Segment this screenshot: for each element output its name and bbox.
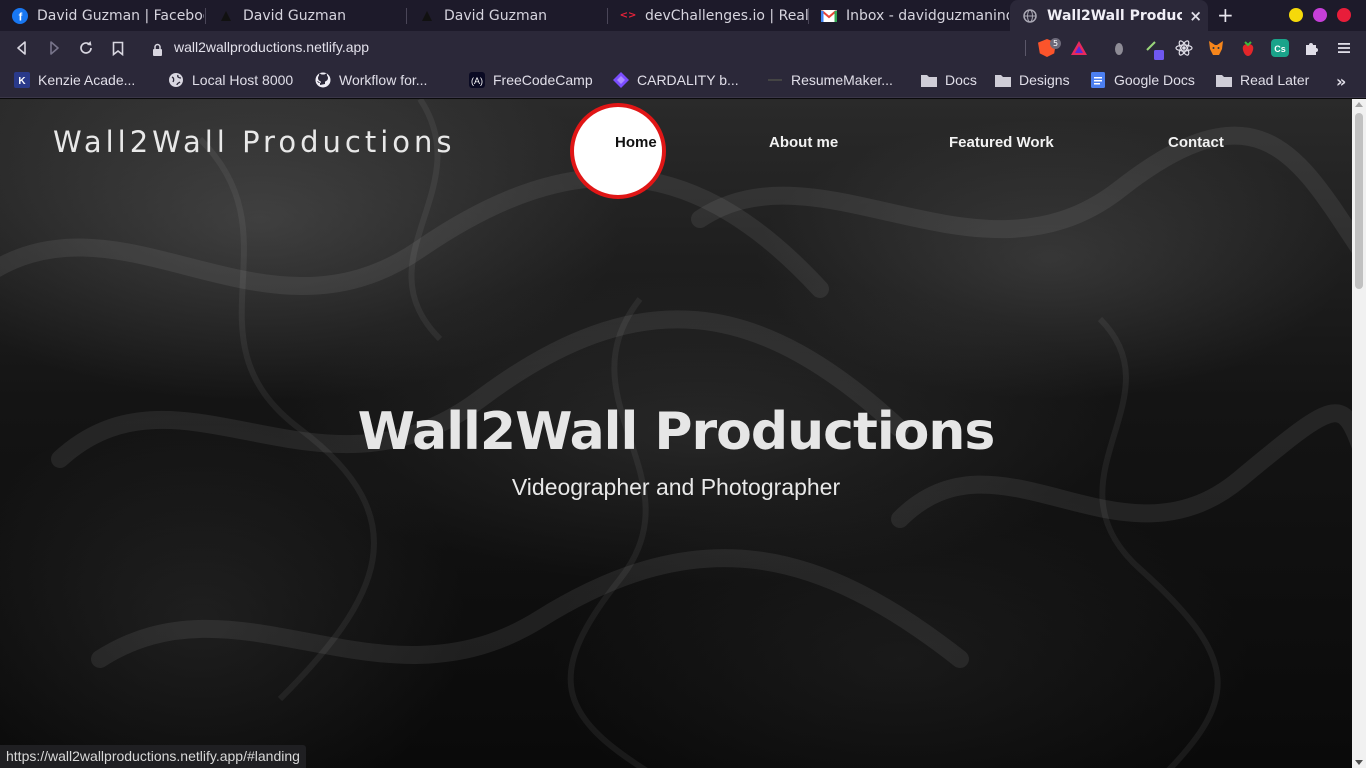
tab-david-guzman-2[interactable]: David Guzman (407, 0, 607, 31)
tab-strip: f David Guzman | Facebook David Guzman D… (0, 0, 1366, 31)
bookmarks-overflow-icon[interactable]: » (1336, 72, 1346, 91)
bookmark-folder-designs[interactable]: Designs (995, 72, 1070, 88)
gmail-icon (821, 8, 837, 24)
back-icon[interactable] (12, 38, 32, 58)
scroll-thumb[interactable] (1355, 113, 1363, 289)
code-brackets-icon: <> (619, 10, 637, 21)
tab-title: David Guzman | Facebook (37, 7, 204, 24)
tab-title: Wall2Wall Productions (1047, 7, 1182, 24)
triangle-icon (419, 8, 435, 24)
bookmark-label: Local Host 8000 (192, 72, 294, 88)
tab-title: devChallenges.io | Real-life (645, 7, 808, 24)
bookmark-google-docs[interactable]: Google Docs (1090, 72, 1195, 88)
bookmark-label: Workflow for... (339, 72, 428, 88)
menu-icon[interactable] (1335, 39, 1353, 57)
bookmark-cardality[interactable]: CARDALITY b... (613, 72, 739, 88)
globe-icon (168, 72, 184, 88)
bookmark-resumemaker[interactable]: ResumeMaker... (767, 72, 893, 88)
folder-icon (995, 72, 1011, 88)
bookmark-label: CARDALITY b... (637, 72, 739, 88)
reload-icon[interactable] (76, 38, 96, 58)
bookmarks-bar: K Kenzie Acade... Local Host 8000 Workfl… (0, 65, 1366, 98)
svg-text:(A): (A) (471, 76, 483, 86)
tab-david-guzman-1[interactable]: David Guzman (206, 0, 406, 31)
folder-icon (1216, 72, 1232, 88)
folder-icon (921, 72, 937, 88)
globe-icon (1022, 8, 1038, 24)
bookmark-label: Google Docs (1114, 72, 1195, 88)
bookmark-folder-docs[interactable]: Docs (921, 72, 977, 88)
close-window-button[interactable] (1337, 8, 1351, 22)
hero-subtitle: Videographer and Photographer (511, 474, 841, 500)
tab-title: David Guzman (243, 7, 347, 24)
scroll-down-arrow-icon[interactable] (1355, 760, 1363, 765)
tab-facebook[interactable]: f David Guzman | Facebook (0, 0, 204, 31)
forward-icon[interactable] (44, 38, 64, 58)
toolbar-divider (1025, 40, 1026, 56)
strawberry-extension-icon[interactable] (1239, 39, 1257, 57)
metamask-icon[interactable] (1207, 39, 1225, 57)
shields-badge: 5 (1050, 38, 1062, 49)
bookmark-freecodecamp[interactable]: (A) FreeCodeCamp (469, 72, 593, 88)
new-tab-button[interactable]: + (1217, 4, 1234, 26)
svg-text:f: f (19, 11, 23, 23)
nav-link-about[interactable]: About me (769, 134, 838, 151)
bookmark-label: FreeCodeCamp (493, 72, 593, 88)
address-bar[interactable]: wall2wallproductions.netlify.app (174, 39, 369, 55)
bookmark-label: Kenzie Acade... (38, 72, 136, 88)
triangle-icon (218, 8, 234, 24)
css-extension-icon[interactable]: Cs (1271, 39, 1289, 57)
tab-gmail[interactable]: Inbox - davidguzmanindustries (809, 0, 1009, 31)
bookmark-label: ResumeMaker... (791, 72, 893, 88)
maximize-button[interactable] (1313, 8, 1327, 22)
tab-title: David Guzman (444, 7, 548, 24)
diamond-icon (613, 72, 629, 88)
status-bar-url: https://wall2wallproductions.netlify.app… (0, 745, 306, 768)
close-tab-icon[interactable]: × (1189, 7, 1202, 25)
bookmark-workflow[interactable]: Workflow for... (315, 72, 427, 88)
nav-link-home[interactable]: Home (615, 134, 657, 151)
brave-rewards-icon[interactable] (1070, 39, 1088, 57)
bookmark-label: Read Later (1240, 72, 1310, 88)
colorpick-extension-icon[interactable] (1144, 39, 1164, 60)
nav-link-contact[interactable]: Contact (1168, 134, 1224, 151)
tab-title: Inbox - davidguzmanindustries (846, 7, 1009, 24)
freecodecamp-icon: (A) (469, 72, 485, 88)
browser-toolbar: wall2wallproductions.netlify.app 5 Cs (0, 31, 1366, 65)
hero-title: Wall2Wall Productions (357, 402, 996, 462)
kenzie-icon: K (14, 72, 30, 88)
bookmark-localhost[interactable]: Local Host 8000 (168, 72, 293, 88)
landing-section: Wall2Wall Productions Home About me Feat… (0, 99, 1352, 768)
svg-text:K: K (18, 76, 26, 87)
bookmark-folder-read-later[interactable]: Read Later (1216, 72, 1309, 88)
bookmark-kenzie[interactable]: K Kenzie Acade... (14, 72, 135, 88)
bookmark-icon[interactable] (108, 38, 128, 58)
resume-icon (767, 72, 783, 88)
react-devtools-icon[interactable] (1175, 39, 1193, 57)
page-scrollbar[interactable] (1352, 99, 1366, 768)
extensions-puzzle-icon[interactable] (1303, 39, 1321, 57)
tab-wall2wall[interactable]: Wall2Wall Productions × (1010, 0, 1208, 31)
site-brand[interactable]: Wall2Wall Productions (53, 125, 455, 159)
mouse-extension-icon[interactable] (1110, 39, 1128, 57)
lock-icon (152, 41, 163, 60)
scroll-up-arrow-icon[interactable] (1355, 102, 1363, 107)
minimize-button[interactable] (1289, 8, 1303, 22)
bookmark-label: Docs (945, 72, 977, 88)
bookmark-label: Designs (1019, 72, 1070, 88)
svg-text:Cs: Cs (1274, 44, 1286, 54)
facebook-icon: f (12, 7, 28, 24)
github-icon (315, 72, 331, 88)
nav-home-highlight[interactable] (570, 103, 666, 199)
nav-link-featured-work[interactable]: Featured Work (949, 134, 1054, 151)
tab-devchallenges[interactable]: <> devChallenges.io | Real-life (608, 0, 808, 31)
google-docs-icon (1090, 72, 1106, 88)
